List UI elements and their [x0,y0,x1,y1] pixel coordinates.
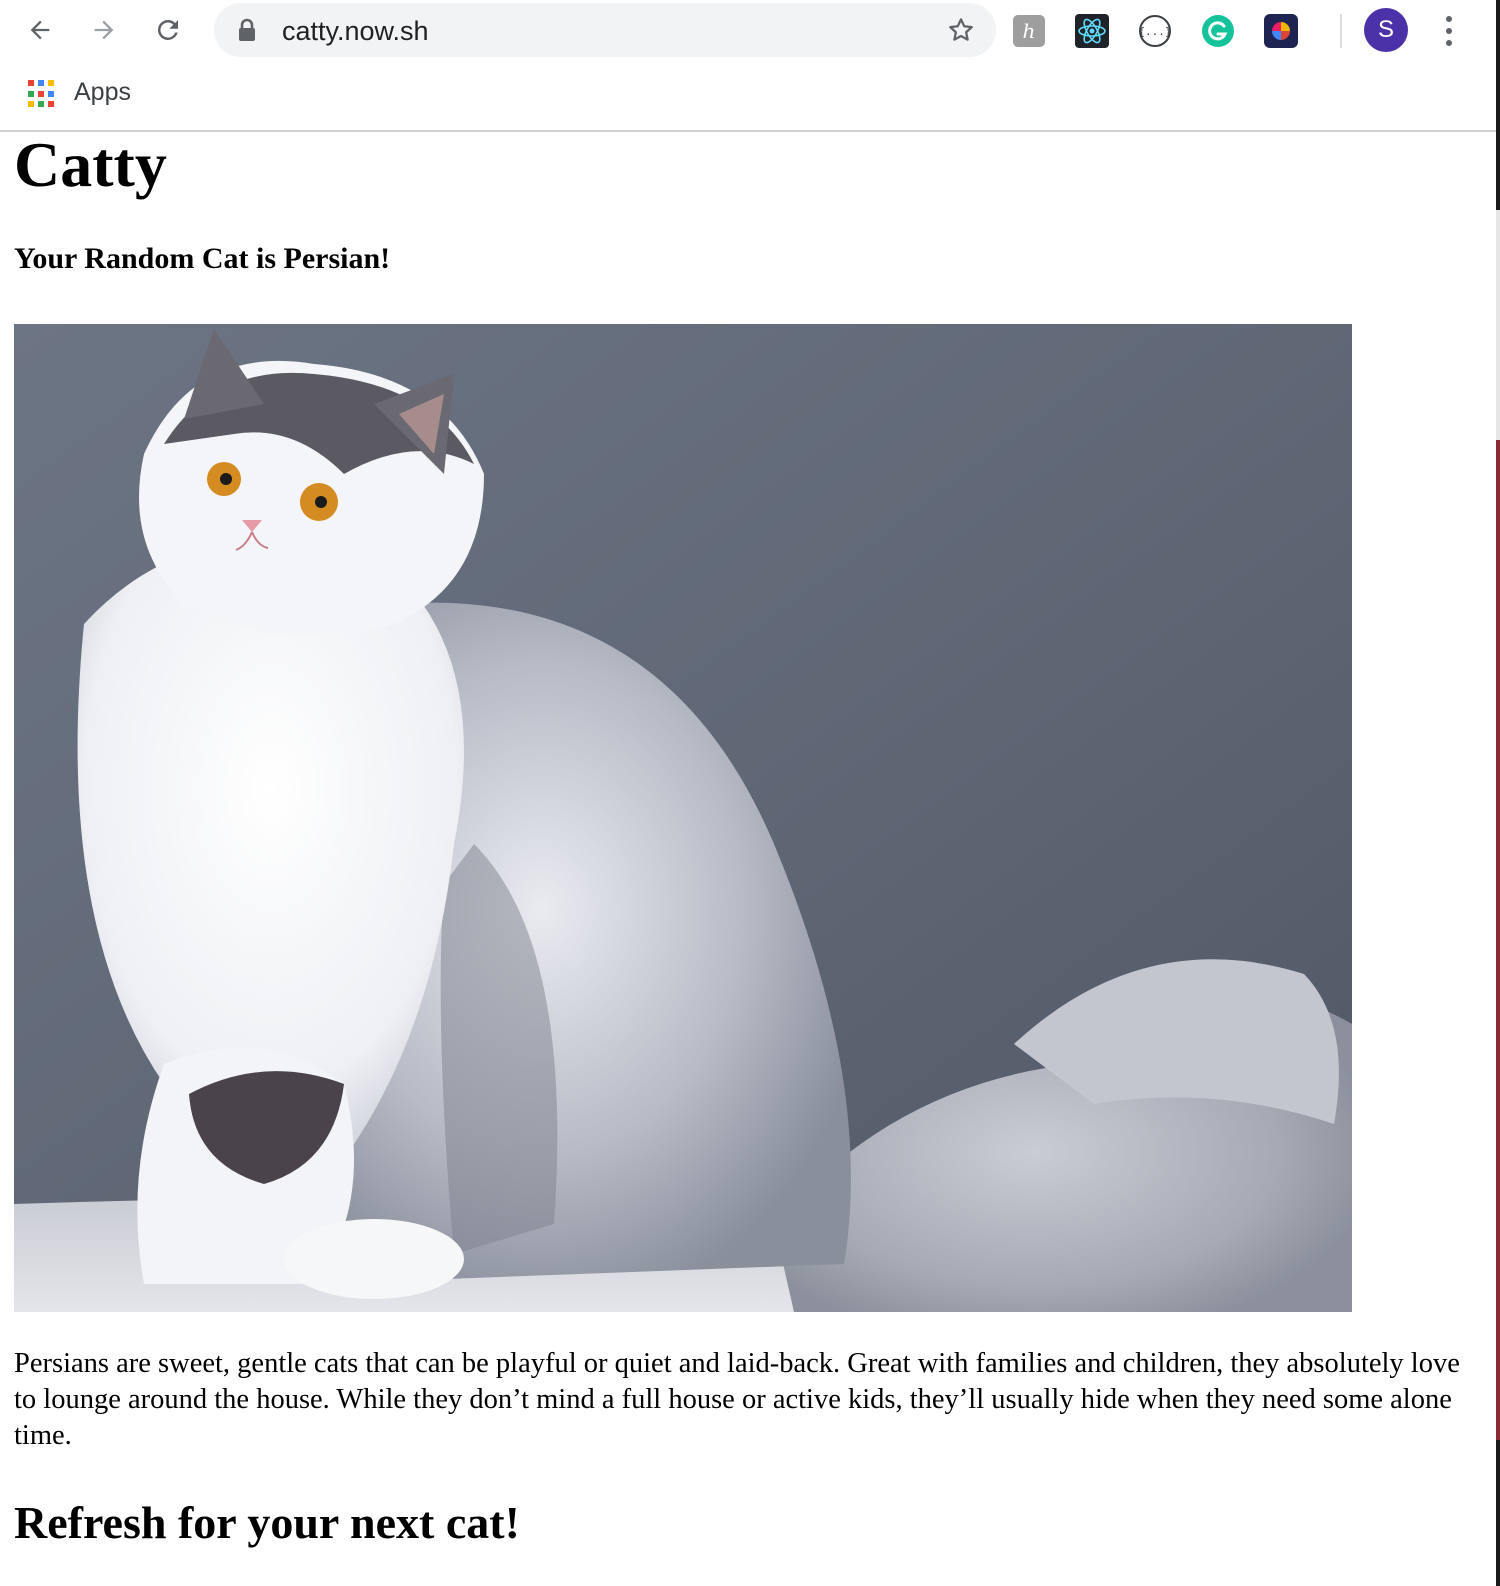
svg-text:h: h [1023,19,1036,43]
background-window-edge [1496,0,1500,1586]
profile-avatar[interactable]: S [1364,8,1408,52]
refresh-prompt-heading: Refresh for your next cat! [14,1497,520,1548]
bookmarks-bar: Apps [0,62,1496,132]
reload-icon [157,19,178,40]
cat-image [14,324,1352,1312]
cat-breed-heading: Your Random Cat is Persian! [14,242,391,275]
bookmark-star-icon[interactable] [946,15,976,45]
lock-icon [239,18,255,41]
address-bar-url: catty.now.sh [282,16,429,46]
breed-description: Persians are sweet, gentle cats that can… [14,1348,1460,1451]
apps-grid-icon[interactable] [28,80,56,108]
address-bar[interactable]: catty.now.sh [214,3,996,57]
browser-menu-icon[interactable] [1434,12,1464,50]
browser-toolbar: catty.now.sh h {...} S [0,0,1496,62]
json-viewer-icon[interactable]: {...} [1136,12,1174,50]
color-picker-icon[interactable] [1262,12,1300,50]
toolbar-divider [1340,14,1342,48]
back-button[interactable] [20,10,60,50]
grammarly-icon[interactable] [1199,12,1237,50]
apps-bookmark[interactable]: Apps [74,78,131,107]
react-devtools-icon[interactable] [1073,12,1111,50]
page-title: Catty [14,132,167,200]
honey-icon[interactable]: h [1010,12,1048,50]
svg-text:{...}: {...} [1138,25,1171,38]
page-content: Catty Your Random Cat is Persian! Persia… [0,132,1496,1586]
reload-button[interactable] [148,10,188,50]
back-arrow-icon [30,20,50,40]
forward-button[interactable] [84,10,124,50]
forward-arrow-icon [94,20,114,40]
